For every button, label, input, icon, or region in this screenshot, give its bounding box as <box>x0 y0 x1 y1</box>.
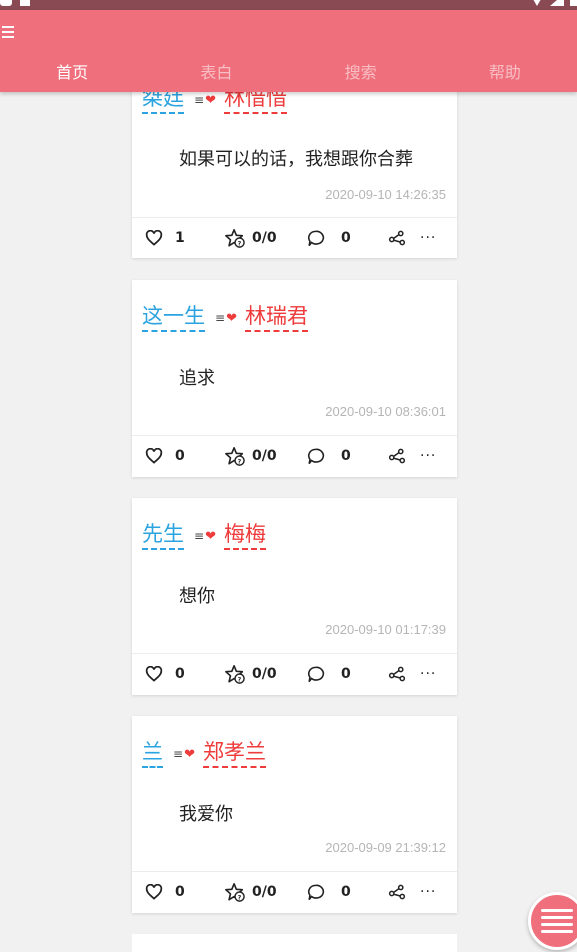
more-button[interactable]: ··· <box>420 654 436 694</box>
favorite-button[interactable]: ? 0/0 <box>224 218 277 258</box>
battery-icon <box>570 0 577 6</box>
favorite-count: 0/0 <box>252 884 277 900</box>
post-time: 2020-09-10 14:26:35 <box>325 187 446 202</box>
heart-outline-icon <box>145 448 163 464</box>
comment-button[interactable]: 0 <box>306 654 351 694</box>
heart-link-icon: ≡ ❤ <box>173 746 195 762</box>
post-actions: 0 ? 0/0 0 ··· <box>132 654 457 694</box>
post-time: 2020-09-09 21:39:12 <box>325 840 446 855</box>
comment-count: 0 <box>341 884 351 900</box>
tab-search[interactable]: 搜索 <box>289 60 433 90</box>
favorite-count: 0/0 <box>252 230 277 246</box>
share-button[interactable] <box>388 218 406 258</box>
svg-text:?: ? <box>238 676 242 683</box>
post-card[interactable] <box>132 934 457 952</box>
post-from-name[interactable]: 先生 <box>142 522 184 550</box>
post-actions: 0 ? 0/0 0 ··· <box>132 872 457 912</box>
heart-outline-icon <box>145 884 163 900</box>
favorite-button[interactable]: ? 0/0 <box>224 872 277 912</box>
star-question-icon: ? <box>225 229 245 248</box>
comment-button[interactable]: 0 <box>306 872 351 912</box>
post-message: 我爱你 <box>179 804 233 825</box>
comment-icon <box>308 666 325 682</box>
share-icon <box>388 884 406 900</box>
comment-button[interactable]: 0 <box>306 218 351 258</box>
post-card[interactable]: 先生 ≡ ❤ 梅梅 想你 2020-09-10 01:17:39 0 ? 0/0 … <box>132 498 457 695</box>
post-time: 2020-09-10 08:36:01 <box>325 404 446 419</box>
like-count: 1 <box>175 230 185 246</box>
more-button[interactable]: ··· <box>420 436 436 476</box>
share-icon <box>388 230 406 246</box>
tab-home[interactable]: 首页 <box>0 60 144 90</box>
comment-count: 0 <box>341 448 351 464</box>
post-to-name[interactable]: 梅梅 <box>223 522 266 550</box>
comment-icon <box>308 884 325 900</box>
status-bar <box>0 0 577 10</box>
post-to-name[interactable]: 郑孝兰 <box>202 740 266 768</box>
post-card[interactable]: 兰 ≡ ❤ 郑孝兰 我爱你 2020-09-09 21:39:12 0 ? 0/0… <box>132 716 457 913</box>
post-names: 先生 ≡ ❤ 梅梅 <box>142 522 266 550</box>
status-left <box>0 0 30 6</box>
tab-bar: 首页 表白 搜索 帮助 <box>0 60 577 90</box>
star-question-icon: ? <box>225 665 245 684</box>
like-count: 0 <box>175 666 185 682</box>
post-card[interactable]: 这一生 ≡ ❤ 林瑞君 追求 2020-09-10 08:36:01 0 ? 0/… <box>132 280 457 477</box>
sim-icon <box>20 0 30 6</box>
share-button[interactable] <box>388 436 406 476</box>
comment-count: 0 <box>341 666 351 682</box>
heart-outline-icon <box>145 230 163 246</box>
app-bar: 首页 表白 搜索 帮助 <box>0 10 577 92</box>
share-icon <box>388 666 406 682</box>
like-count: 0 <box>175 448 185 464</box>
post-names: 兰 ≡ ❤ 郑孝兰 <box>142 740 266 768</box>
heart-link-icon: ≡ ❤ <box>194 528 216 544</box>
comment-count: 0 <box>341 230 351 246</box>
post-time: 2020-09-10 01:17:39 <box>325 622 446 637</box>
favorite-button[interactable]: ? 0/0 <box>224 654 277 694</box>
share-icon <box>388 448 406 464</box>
post-message: 如果可以的话，我想跟你合葬 <box>179 149 413 170</box>
favorite-count: 0/0 <box>252 448 277 464</box>
post-from-name[interactable]: 兰 <box>142 740 163 768</box>
post-actions: 0 ? 0/0 0 ··· <box>132 436 457 476</box>
more-button[interactable]: ··· <box>420 218 436 258</box>
floating-menu-button[interactable] <box>528 892 577 950</box>
share-button[interactable] <box>388 654 406 694</box>
share-button[interactable] <box>388 872 406 912</box>
svg-text:?: ? <box>238 458 242 465</box>
like-count: 0 <box>175 884 185 900</box>
post-card[interactable]: 桀廷 ≡ ❤ 林愔愔 如果可以的话，我想跟你合葬 2020-09-10 14:26… <box>132 68 457 258</box>
more-button[interactable]: ··· <box>420 872 436 912</box>
post-message: 追求 <box>179 368 215 389</box>
heart-link-icon: ≡ ❤ <box>215 310 237 326</box>
star-question-icon: ? <box>225 447 245 466</box>
svg-text:?: ? <box>238 894 242 901</box>
menu-icon[interactable] <box>2 24 18 40</box>
heart-link-icon: ≡ ❤ <box>194 92 216 108</box>
svg-text:?: ? <box>238 240 242 247</box>
like-button[interactable]: 0 <box>145 872 185 912</box>
post-to-name[interactable]: 林瑞君 <box>244 304 308 332</box>
tab-help[interactable]: 帮助 <box>433 60 577 90</box>
post-actions: 1 ? 0/0 0 ··· <box>132 218 457 258</box>
post-message: 想你 <box>179 586 215 607</box>
heart-outline-icon <box>145 666 163 682</box>
comment-button[interactable]: 0 <box>306 436 351 476</box>
star-question-icon: ? <box>225 883 245 902</box>
favorite-count: 0/0 <box>252 666 277 682</box>
like-button[interactable]: 0 <box>145 654 185 694</box>
like-button[interactable]: 0 <box>145 436 185 476</box>
tab-confess[interactable]: 表白 <box>144 60 288 90</box>
comment-icon <box>308 448 325 464</box>
notification-icon <box>0 0 12 6</box>
signal-icon <box>550 0 564 6</box>
favorite-button[interactable]: ? 0/0 <box>224 436 277 476</box>
status-right <box>530 0 577 6</box>
wifi-icon <box>530 0 544 6</box>
post-names: 这一生 ≡ ❤ 林瑞君 <box>142 304 308 332</box>
like-button[interactable]: 1 <box>145 218 185 258</box>
comment-icon <box>308 230 325 246</box>
post-from-name[interactable]: 这一生 <box>142 304 205 332</box>
